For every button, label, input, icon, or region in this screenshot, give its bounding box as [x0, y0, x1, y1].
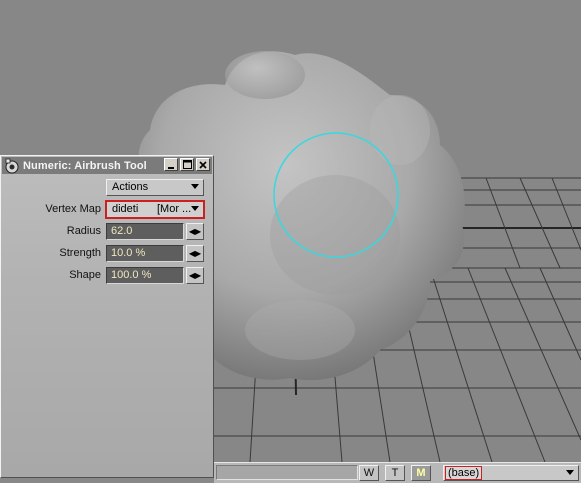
vertex-map-type: [Mor ... — [157, 203, 192, 215]
shape-label: Shape — [69, 269, 101, 281]
chevron-down-icon — [191, 184, 199, 189]
chevron-down-icon — [191, 206, 199, 211]
material-toggle-button[interactable]: M — [411, 465, 431, 481]
vertex-map-row: Vertex Map dideti [Mor ... — [1, 200, 215, 219]
actions-label: Actions — [112, 181, 149, 193]
radius-stepper-icon[interactable]: ◀▶ — [186, 223, 204, 240]
vertex-map-dropdown[interactable]: dideti [Mor ... — [105, 200, 205, 219]
close-icon[interactable] — [196, 158, 210, 171]
vertex-map-label: Vertex Map — [45, 203, 101, 215]
strength-label: Strength — [59, 247, 101, 259]
strength-row: Strength 10.0 % ◀▶ — [1, 245, 215, 263]
shape-stepper-icon[interactable]: ◀▶ — [186, 267, 204, 284]
radius-label: Radius — [66, 225, 101, 237]
status-message-area — [216, 465, 358, 480]
numeric-airbrush-panel: Numeric: Airbrush Tool Actions Vertex Ma… — [0, 155, 214, 478]
radius-input[interactable]: 62.0 — [106, 223, 184, 240]
strength-input[interactable]: 10.0 % — [106, 245, 184, 262]
panel-title: Numeric: Airbrush Tool — [23, 159, 147, 172]
status-bar: W T M (base) — [214, 462, 581, 483]
chevron-down-icon — [566, 470, 574, 475]
texture-toggle-button[interactable]: T — [385, 465, 405, 481]
radius-row: Radius 62.0 ◀▶ — [1, 223, 215, 241]
layer-selector[interactable]: (base) — [443, 465, 579, 481]
strength-stepper-icon[interactable]: ◀▶ — [186, 245, 204, 262]
vertex-map-value: dideti — [112, 203, 139, 215]
shape-row: Shape 100.0 % ◀▶ — [1, 267, 215, 285]
panel-titlebar[interactable]: Numeric: Airbrush Tool — [2, 157, 212, 174]
maximize-icon[interactable] — [180, 158, 194, 171]
tool-app-icon — [5, 158, 19, 173]
shape-input[interactable]: 100.0 % — [106, 267, 184, 284]
layer-name: (base) — [445, 466, 483, 480]
actions-dropdown[interactable]: Actions — [106, 179, 204, 196]
wireframe-toggle-button[interactable]: W — [359, 465, 379, 481]
actions-row: Actions — [1, 179, 215, 197]
minimize-icon[interactable] — [164, 158, 178, 171]
